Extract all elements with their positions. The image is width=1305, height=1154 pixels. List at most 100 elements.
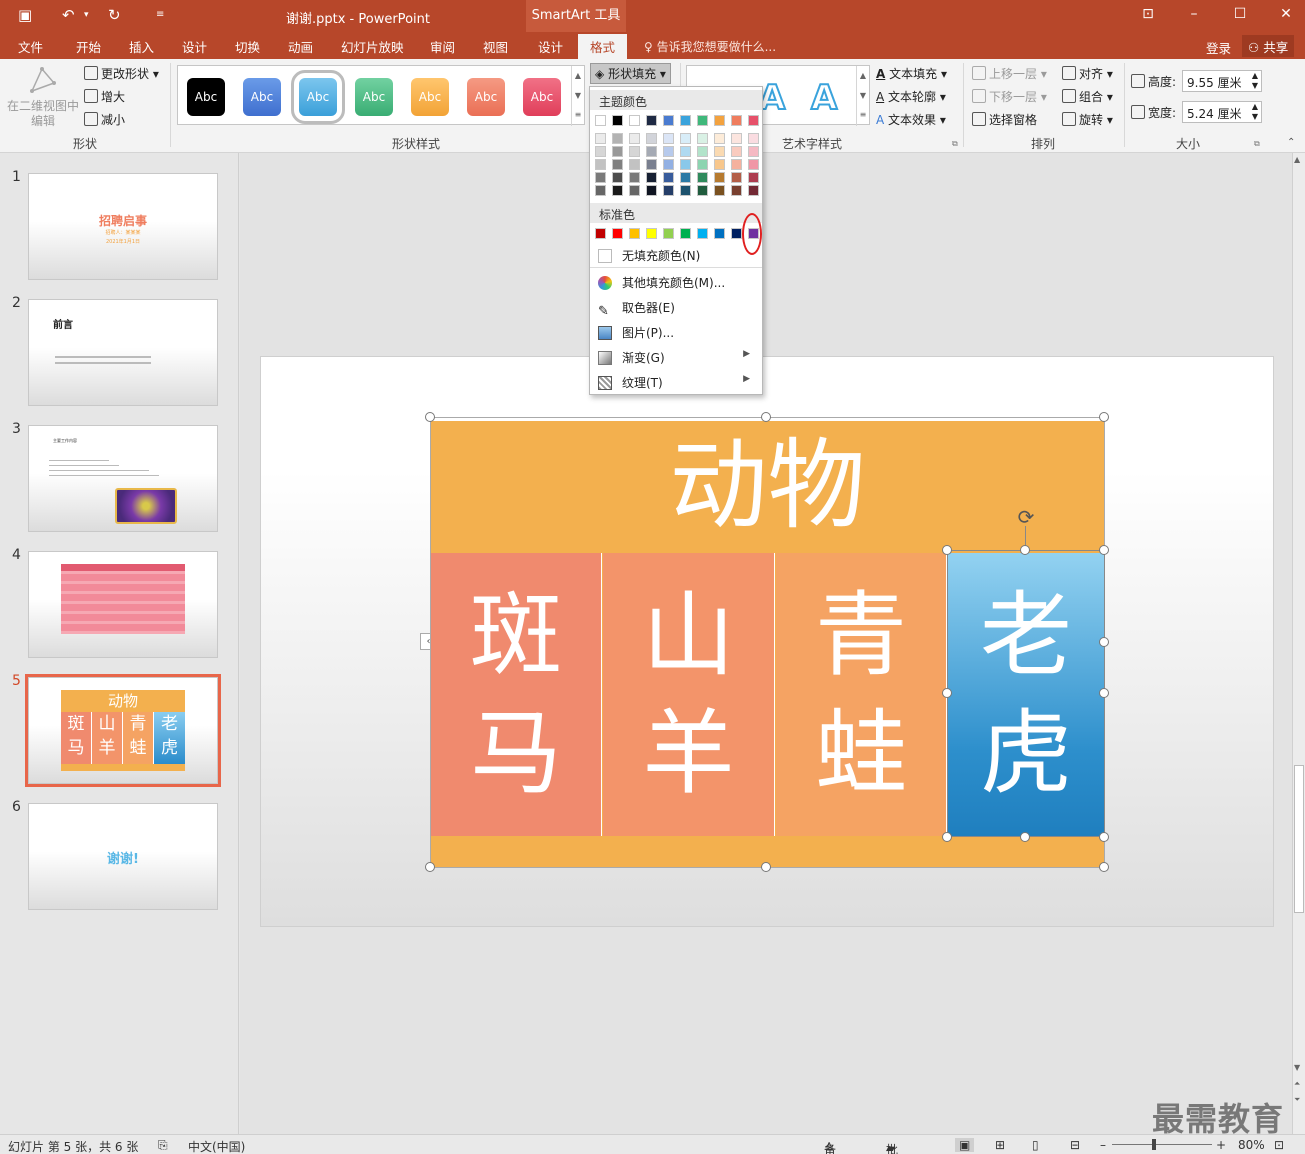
theme-shade-swatch[interactable] <box>680 172 691 183</box>
dialog-launcher-icon[interactable]: ⧉ <box>952 139 958 149</box>
slide-thumbnail-5[interactable]: 动物 斑马 山羊 青蛙 老虎 <box>25 674 221 787</box>
larger-button[interactable]: 增大 <box>84 88 125 105</box>
tell-me-search[interactable]: ♀ 告诉我您想要做什么... <box>644 38 776 55</box>
resize-handle[interactable] <box>761 862 771 872</box>
standard-color-swatch[interactable] <box>646 228 657 239</box>
theme-shade-swatch[interactable] <box>646 185 657 196</box>
resize-handle[interactable] <box>761 412 771 422</box>
scroll-up-icon[interactable]: ▲ <box>1294 155 1300 164</box>
theme-shade-swatch[interactable] <box>731 185 742 196</box>
theme-shade-swatch[interactable] <box>629 133 640 144</box>
theme-color-swatch[interactable] <box>680 115 691 126</box>
slide-thumbnail-6[interactable]: 谢谢! <box>28 803 218 910</box>
ribbon-display-icon[interactable]: ⊡ <box>1138 6 1158 22</box>
theme-color-swatch[interactable] <box>731 115 742 126</box>
texture-fill-item[interactable]: 纹理(T) ▶ <box>598 374 758 391</box>
shape-style-pink[interactable]: Abc <box>523 78 561 116</box>
save-icon[interactable]: ▣ <box>18 6 32 24</box>
theme-shade-swatch[interactable] <box>595 185 606 196</box>
theme-shade-swatch[interactable] <box>731 172 742 183</box>
theme-shade-swatch[interactable] <box>731 159 742 170</box>
tab-file[interactable]: 文件 <box>18 37 43 56</box>
theme-shade-swatch[interactable] <box>646 172 657 183</box>
shape-style-blue[interactable]: Abc <box>243 78 281 116</box>
undo-dropdown-icon[interactable]: ▾ <box>84 10 89 20</box>
standard-color-swatch[interactable] <box>612 228 623 239</box>
standard-color-swatch[interactable] <box>697 228 708 239</box>
smaller-button[interactable]: 减小 <box>84 111 125 128</box>
shape-style-green[interactable]: Abc <box>355 78 393 116</box>
customize-qat-icon[interactable]: ≡ <box>156 9 164 20</box>
tab-slideshow[interactable]: 幻灯片放映 <box>341 37 404 56</box>
tab-home[interactable]: 开始 <box>76 37 101 56</box>
width-input[interactable]: 5.24 厘米 ▲ ▼ <box>1182 101 1262 123</box>
theme-shade-swatch[interactable] <box>646 133 657 144</box>
minimize-icon[interactable]: – <box>1184 6 1204 22</box>
zoom-level[interactable]: 80% <box>1238 1138 1265 1152</box>
tab-transitions[interactable]: 切换 <box>235 37 260 56</box>
shape-style-lightblue-selected[interactable]: Abc <box>291 70 345 124</box>
shape-resize-handle[interactable] <box>1020 832 1030 842</box>
standard-color-swatch[interactable] <box>663 228 674 239</box>
rotate-handle-icon[interactable]: ⟳ <box>1014 505 1038 529</box>
theme-shade-swatch[interactable] <box>646 159 657 170</box>
vertical-scrollbar[interactable]: ▲ ▼ ⏶ ⏷ <box>1292 153 1305 1134</box>
theme-shade-swatch[interactable] <box>595 146 606 157</box>
theme-shade-swatch[interactable] <box>697 172 708 183</box>
theme-color-swatch[interactable] <box>612 115 623 126</box>
tab-review[interactable]: 审阅 <box>430 37 455 56</box>
theme-shade-swatch[interactable] <box>697 185 708 196</box>
reading-view-icon[interactable]: ▯ <box>1032 1138 1039 1152</box>
shape-resize-handle[interactable] <box>942 688 952 698</box>
theme-shade-swatch[interactable] <box>697 133 708 144</box>
zoom-slider-track[interactable] <box>1112 1144 1212 1145</box>
theme-shade-swatch[interactable] <box>612 133 623 144</box>
smartart-cell-zebra[interactable]: 斑马 <box>431 553 602 836</box>
theme-shade-swatch[interactable] <box>697 159 708 170</box>
standard-color-swatch[interactable] <box>595 228 606 239</box>
shape-resize-handle[interactable] <box>942 832 952 842</box>
edit-in-2d-button[interactable]: 在二维视图中编辑 <box>6 65 80 129</box>
theme-shade-swatch[interactable] <box>748 172 759 183</box>
theme-color-swatch[interactable] <box>714 115 725 126</box>
slideshow-view-icon[interactable]: ⊟ <box>1070 1138 1080 1152</box>
theme-shade-swatch[interactable] <box>731 146 742 157</box>
theme-shade-swatch[interactable] <box>663 133 674 144</box>
undo-icon[interactable]: ↶ <box>62 6 75 24</box>
shape-fill-button[interactable]: ◈ 形状填充 ▾ <box>590 63 671 84</box>
height-input[interactable]: 9.55 厘米 ▲ ▼ <box>1182 70 1262 92</box>
theme-shade-swatch[interactable] <box>595 172 606 183</box>
theme-shade-swatch[interactable] <box>748 133 759 144</box>
theme-shade-swatch[interactable] <box>595 133 606 144</box>
align-button[interactable]: 对齐 ▾ <box>1062 65 1113 82</box>
zoom-in-icon[interactable]: + <box>1216 1138 1226 1152</box>
slide-thumbnail-1[interactable]: 招聘启事 招聘人：某某某 2021年1月1日 <box>28 173 218 280</box>
resize-handle[interactable] <box>1099 862 1109 872</box>
collapse-ribbon-icon[interactable]: ⌃ <box>1287 137 1295 148</box>
gradient-fill-item[interactable]: 渐变(G) ▶ <box>598 349 758 366</box>
theme-color-swatch[interactable] <box>629 115 640 126</box>
slide-thumbnail-2[interactable]: 前言 <box>28 299 218 406</box>
scrollbar-thumb[interactable] <box>1294 765 1304 913</box>
shape-style-black[interactable]: Abc <box>187 78 225 116</box>
theme-shade-swatch[interactable] <box>714 172 725 183</box>
shape-resize-handle[interactable] <box>942 545 952 555</box>
shape-resize-handle[interactable] <box>1099 688 1109 698</box>
close-icon[interactable]: ✕ <box>1276 6 1296 22</box>
height-spinner[interactable]: ▲ ▼ <box>1252 71 1258 91</box>
theme-shade-swatch[interactable] <box>714 159 725 170</box>
smartart-title-shape[interactable]: 动物 <box>431 421 1104 552</box>
theme-shade-swatch[interactable] <box>680 159 691 170</box>
zoom-slider-thumb[interactable] <box>1151 1139 1156 1150</box>
theme-shade-swatch[interactable] <box>646 146 657 157</box>
theme-shade-swatch[interactable] <box>663 159 674 170</box>
tab-format[interactable]: 格式 <box>578 34 628 59</box>
group-button[interactable]: 组合 ▾ <box>1062 88 1113 105</box>
picture-fill-item[interactable]: 图片(P)... <box>598 324 758 341</box>
shape-resize-handle[interactable] <box>1099 637 1109 647</box>
standard-color-swatch[interactable] <box>680 228 691 239</box>
rotate-button[interactable]: 旋转 ▾ <box>1062 111 1113 128</box>
theme-shade-swatch[interactable] <box>612 146 623 157</box>
zoom-out-icon[interactable]: – <box>1100 1138 1106 1152</box>
smartart-cell-frog[interactable]: 青蛙 <box>776 553 947 836</box>
